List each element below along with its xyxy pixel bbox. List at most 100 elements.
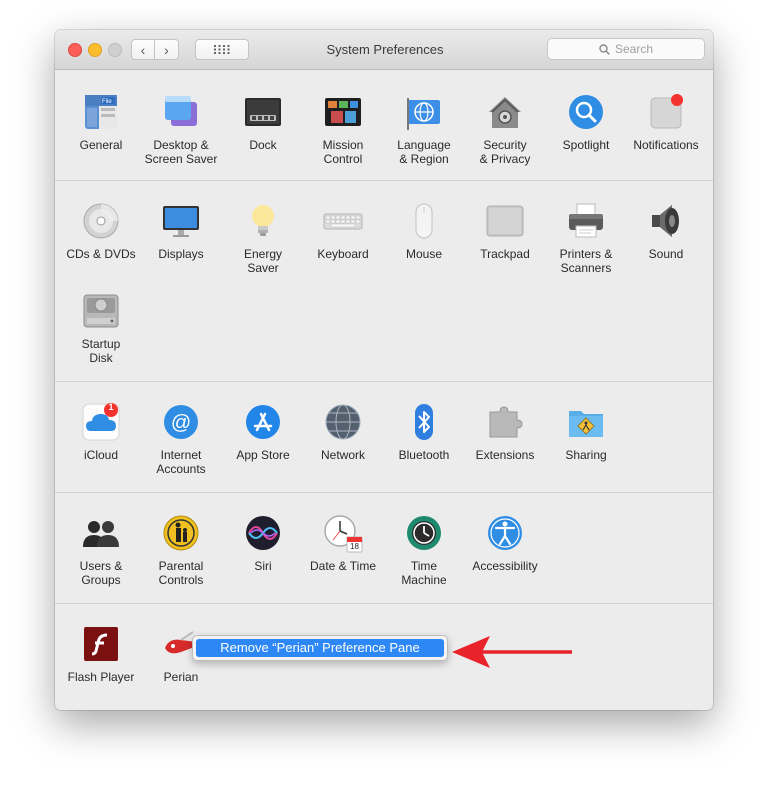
pane-cds-dvds[interactable]: CDs & DVDs (61, 201, 141, 261)
back-button[interactable]: ‹ (131, 39, 155, 60)
close-button[interactable] (68, 43, 82, 57)
printer-icon (566, 201, 606, 241)
network-icon (323, 402, 363, 442)
desktop-screen-saver-icon (161, 92, 201, 132)
section-hardware: CDs & DVDs Displays Energy Saver Keyboar… (55, 181, 713, 382)
pane-label: Sharing (565, 448, 607, 462)
extensions-icon (485, 402, 525, 442)
forward-button[interactable]: › (155, 39, 179, 60)
pane-label: Spotlight (562, 138, 610, 152)
pane-notifications[interactable]: Notifications (626, 92, 706, 152)
pane-label: Flash Player (67, 670, 135, 684)
pane-sound[interactable]: Sound (626, 201, 706, 261)
pane-label: Displays (158, 247, 204, 261)
grid-icon (214, 45, 230, 54)
zoom-button[interactable] (108, 43, 122, 57)
pane-accessibility[interactable]: Accessibility (465, 513, 545, 573)
minimize-button[interactable] (88, 43, 102, 57)
pane-energy-saver[interactable]: Energy Saver (223, 201, 303, 275)
displays-icon (161, 201, 201, 241)
pane-spotlight[interactable]: Spotlight (546, 92, 626, 152)
search-placeholder: Search (614, 42, 654, 56)
users-groups-icon (81, 513, 121, 553)
pane-label: Time Machine (401, 559, 447, 587)
search-field[interactable]: Search (547, 38, 705, 60)
siri-icon (243, 513, 283, 553)
system-preferences-window: ‹ › System Preferences Search File Gener… (55, 30, 713, 710)
pane-label: Startup Disk (81, 337, 121, 365)
pane-label: Keyboard (317, 247, 369, 261)
pane-label: Users & Groups (79, 559, 123, 587)
chevron-left-icon: ‹ (140, 41, 146, 58)
mission-control-icon (323, 92, 363, 132)
pane-label: Sound (648, 247, 684, 261)
internet-accounts-icon: @ (161, 402, 201, 442)
general-icon: File (81, 92, 121, 132)
sharing-icon (566, 402, 606, 442)
svg-text:File: File (102, 99, 112, 105)
pane-startup-disk[interactable]: Startup Disk (61, 291, 141, 365)
pane-internet-accounts[interactable]: @ Internet Accounts (141, 402, 221, 476)
pane-label: Dock (249, 138, 277, 152)
security-privacy-icon (485, 92, 525, 132)
pane-sharing[interactable]: Sharing (546, 402, 626, 462)
pane-app-store[interactable]: App Store (223, 402, 303, 462)
context-menu: Remove “Perian” Preference Pane (192, 635, 448, 661)
show-all-button[interactable] (195, 39, 249, 60)
section-internet-wireless: 1 iCloud @ Internet Accounts App Store N… (55, 382, 713, 493)
date-time-icon: 18 (323, 513, 363, 553)
pane-label: App Store (236, 448, 290, 462)
pane-label: Internet Accounts (156, 448, 206, 476)
pane-displays[interactable]: Displays (141, 201, 221, 261)
mouse-icon (404, 201, 444, 241)
pane-network[interactable]: Network (303, 402, 383, 462)
pane-label: General (79, 138, 123, 152)
pane-printers-scanners[interactable]: Printers & Scanners (546, 201, 626, 275)
svg-text:@: @ (171, 412, 191, 434)
pane-date-time[interactable]: 18 Date & Time (303, 513, 383, 573)
flash-player-icon (81, 624, 121, 664)
pane-siri[interactable]: Siri (223, 513, 303, 573)
pane-label: Energy Saver (243, 247, 283, 275)
pane-label: Perian (163, 670, 199, 684)
pane-language-region[interactable]: Language & Region (384, 92, 464, 166)
pane-label: Parental Controls (158, 559, 204, 587)
trackpad-icon (485, 201, 525, 241)
time-machine-icon (404, 513, 444, 553)
pane-desktop-screen-saver[interactable]: Desktop & Screen Saver (141, 92, 221, 166)
app-store-icon (243, 402, 283, 442)
pane-label: Printers & Scanners (559, 247, 613, 275)
pane-trackpad[interactable]: Trackpad (465, 201, 545, 261)
dock-icon (243, 92, 283, 132)
pane-label: Mouse (405, 247, 443, 261)
remove-preference-pane-menu-item[interactable]: Remove “Perian” Preference Pane (196, 639, 444, 657)
pane-bluetooth[interactable]: Bluetooth (384, 402, 464, 462)
pane-keyboard[interactable]: Keyboard (303, 201, 383, 261)
pane-label: Language & Region (397, 138, 451, 166)
pane-security-privacy[interactable]: Security & Privacy (465, 92, 545, 166)
pane-dock[interactable]: Dock (223, 92, 303, 152)
pane-users-groups[interactable]: Users & Groups (61, 513, 141, 587)
pane-extensions[interactable]: Extensions (465, 402, 545, 462)
pane-mission-control[interactable]: Mission Control (303, 92, 383, 166)
speaker-icon (646, 201, 686, 241)
chevron-right-icon: › (164, 41, 169, 58)
accessibility-icon (485, 513, 525, 553)
pane-flash-player[interactable]: Flash Player (61, 624, 141, 684)
pane-time-machine[interactable]: Time Machine (384, 513, 464, 587)
pane-label: iCloud (83, 448, 119, 462)
bluetooth-icon (404, 402, 444, 442)
pane-label: Notifications (633, 138, 699, 152)
pane-general[interactable]: File General (61, 92, 141, 152)
pane-icloud[interactable]: 1 iCloud (61, 402, 141, 462)
pane-label: Mission Control (322, 138, 364, 166)
title-bar: ‹ › System Preferences Search (55, 30, 713, 70)
pane-label: Network (320, 448, 365, 462)
pane-mouse[interactable]: Mouse (384, 201, 464, 261)
section-personal: File General Desktop & Screen Saver Dock… (55, 70, 713, 181)
cd-dvd-icon (81, 201, 121, 241)
pane-label: Accessibility (472, 559, 538, 573)
pane-label: Siri (254, 559, 272, 573)
pane-parental-controls[interactable]: Parental Controls (141, 513, 221, 587)
notifications-icon (646, 92, 686, 132)
